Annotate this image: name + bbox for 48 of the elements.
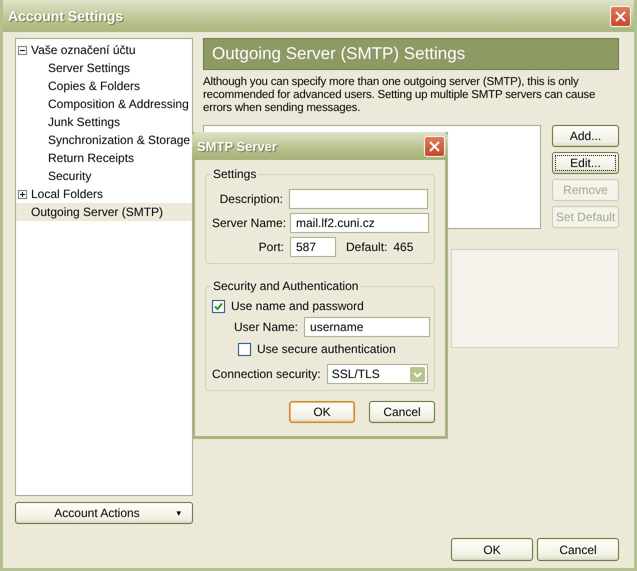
tree-item[interactable]: Junk Settings: [16, 113, 192, 131]
checkbox-label: Use secure authentication: [257, 342, 396, 356]
checkbox-box[interactable]: [238, 342, 251, 356]
list-button[interactable]: Add...: [552, 125, 619, 147]
field-label: Description:: [218, 192, 283, 206]
dialog-button[interactable]: Cancel: [369, 401, 435, 423]
tree-item[interactable]: Composition & Addressing: [16, 95, 192, 113]
field-label: Connection security:: [212, 367, 321, 381]
description-text: Although you can specify more than one outgoing server (SMTP), this is only recommended for advanced users. Setting up multiple SMTP servers can cause errors when sending messages.: [203, 76, 596, 115]
expand-icon[interactable]: [18, 190, 27, 198]
panel-header: Outgoing Server (SMTP) Settings: [203, 38, 619, 70]
checkbox-label: Use name and password: [231, 299, 364, 313]
check-icon: [214, 302, 223, 310]
description-field[interactable]: [289, 189, 428, 209]
dialog-title: SMTP Server: [197, 138, 277, 154]
field-label: User Name:: [234, 320, 298, 334]
port-field[interactable]: 587: [290, 237, 336, 257]
field-label: Server Name:: [212, 216, 284, 230]
list-button[interactable]: Edit...: [552, 152, 619, 174]
server-name-field[interactable]: mail.lf2.cuni.cz: [290, 213, 429, 233]
tree-item[interactable]: Security: [16, 167, 192, 185]
tree-item[interactable]: Vaše označení účtu: [16, 41, 192, 59]
tree-item[interactable]: Server Settings: [16, 59, 192, 77]
field-label: Port:: [258, 240, 284, 254]
close-button[interactable]: [610, 6, 631, 26]
account-actions-button[interactable]: Account Actions ▾: [15, 502, 193, 524]
close-icon: [429, 140, 440, 152]
group-label: Settings: [211, 167, 258, 181]
tree-item[interactable]: Local Folders: [16, 185, 192, 203]
checkbox[interactable]: Use secure authentication: [238, 342, 428, 356]
default-port-text: 465: [393, 240, 414, 254]
checkbox[interactable]: Use name and password: [212, 299, 428, 313]
tree-item[interactable]: Copies & Folders: [16, 77, 192, 95]
window-title: Account Settings: [8, 8, 124, 24]
connection-security-dropdown[interactable]: SSL/TLS: [326, 364, 428, 384]
tree-item[interactable]: Outgoing Server (SMTP): [16, 203, 192, 221]
user-name-field[interactable]: username: [304, 317, 430, 337]
close-button[interactable]: [424, 136, 445, 156]
collapse-icon[interactable]: [18, 46, 27, 54]
checkbox-box[interactable]: [212, 300, 225, 312]
tree-item[interactable]: Synchronization & Storage: [16, 131, 192, 149]
dialog-button[interactable]: OK: [451, 538, 533, 561]
field-label: Default:: [346, 240, 388, 254]
dialog-button[interactable]: OK: [289, 401, 355, 423]
dialog-button[interactable]: Cancel: [537, 538, 619, 561]
group-label: Security and Authentication: [211, 279, 360, 293]
tree-item[interactable]: Return Receipts: [16, 149, 192, 167]
close-icon: [615, 10, 626, 22]
